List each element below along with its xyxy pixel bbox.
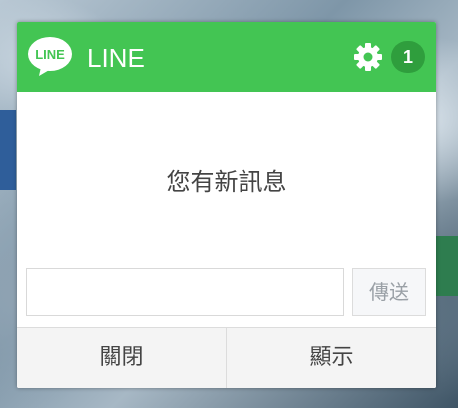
send-button[interactable]: 傳送 [352, 268, 426, 316]
notification-message: 您有新訊息 [166, 168, 287, 196]
reply-input[interactable] [26, 268, 344, 316]
logo-text: LINE [35, 47, 65, 62]
notification-count-badge: 1 [391, 41, 425, 73]
show-button[interactable]: 顯示 [227, 328, 436, 388]
app-title: LINE [87, 43, 145, 73]
popup-footer: 關閉 顯示 [17, 327, 436, 388]
line-logo-icon: LINE [28, 37, 72, 76]
close-button[interactable]: 關閉 [17, 328, 227, 388]
wallpaper-shape-left [0, 110, 16, 190]
wallpaper-shape-right [436, 236, 458, 296]
gear-icon[interactable] [353, 42, 383, 72]
line-notification-popup: LINE LINE 1 您有新訊息 傳送 關閉 顯示 [17, 22, 436, 388]
popup-header: LINE LINE 1 [17, 22, 436, 92]
